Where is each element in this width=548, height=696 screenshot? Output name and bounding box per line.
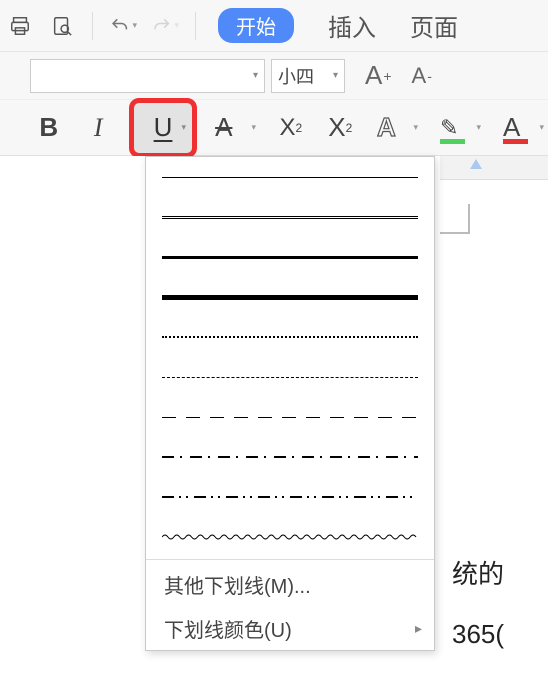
- underline-style-long-dash[interactable]: [146, 397, 434, 437]
- separator: [92, 12, 93, 40]
- chevron-down-icon: ▾: [476, 122, 481, 133]
- underline-style-single[interactable]: [146, 157, 434, 197]
- document-text: 统的 365(: [452, 551, 504, 657]
- underline-style-dash-dot-dot[interactable]: [146, 477, 434, 517]
- underline-style-thicker[interactable]: [146, 277, 434, 317]
- bold-button[interactable]: B: [30, 108, 67, 148]
- undo-icon[interactable]: ▾: [109, 12, 137, 40]
- print-preview-icon[interactable]: [48, 12, 76, 40]
- chevron-down-icon: ▾: [539, 122, 544, 133]
- highlight-bar: [440, 139, 465, 144]
- underline-style-double[interactable]: [146, 197, 434, 237]
- italic-button[interactable]: I: [79, 108, 116, 148]
- highlight-button[interactable]: ✎ ▾: [434, 108, 485, 148]
- font-color-button[interactable]: A ▾: [497, 108, 548, 148]
- redo-icon[interactable]: ▾: [151, 12, 179, 40]
- menu-divider: [146, 559, 434, 560]
- underline-more-option[interactable]: 其他下划线(M)...: [146, 562, 434, 606]
- underline-style-dashed[interactable]: [146, 357, 434, 397]
- fontcolor-bar: [503, 139, 528, 144]
- chevron-down-icon: ▾: [413, 122, 418, 133]
- tab-page[interactable]: 页面: [410, 8, 458, 43]
- chevron-down-icon: ▾: [253, 70, 258, 81]
- font-size-value: 小四: [272, 63, 314, 89]
- underline-style-thick[interactable]: [146, 237, 434, 277]
- page-margin-marker: [440, 204, 470, 234]
- underline-style-dash-dot[interactable]: [146, 437, 434, 477]
- tab-start[interactable]: 开始: [218, 8, 294, 43]
- chevron-right-icon: ▸: [415, 620, 422, 637]
- superscript-button[interactable]: X2: [272, 108, 309, 148]
- font-size-combo[interactable]: 小四 ▾: [271, 59, 345, 93]
- tab-insert[interactable]: 插入: [328, 8, 376, 43]
- chevron-down-icon: ▾: [252, 122, 257, 133]
- separator: [195, 12, 196, 40]
- underline-letter: U: [154, 112, 173, 143]
- strikethrough-button[interactable]: A ▾: [209, 108, 260, 148]
- underline-dropdown: 其他下划线(M)... 下划线颜色(U) ▸: [145, 156, 435, 651]
- underline-color-option[interactable]: 下划线颜色(U) ▸: [146, 606, 434, 650]
- grow-font-button[interactable]: A+: [365, 60, 392, 91]
- print-icon[interactable]: [6, 12, 34, 40]
- horizontal-ruler[interactable]: [440, 156, 548, 180]
- chevron-down-icon: ▾: [182, 122, 187, 133]
- underline-button[interactable]: U ▾: [129, 98, 197, 158]
- shrink-font-button[interactable]: A-: [412, 63, 432, 89]
- chevron-down-icon: ▾: [327, 70, 338, 81]
- underline-style-wave[interactable]: [146, 517, 434, 557]
- font-name-combo[interactable]: ▾: [30, 59, 265, 93]
- subscript-button[interactable]: X2: [322, 108, 359, 148]
- pen-icon: ✎: [440, 115, 458, 141]
- underline-style-dotted[interactable]: [146, 317, 434, 357]
- text-effects-button[interactable]: A ▾: [371, 108, 422, 148]
